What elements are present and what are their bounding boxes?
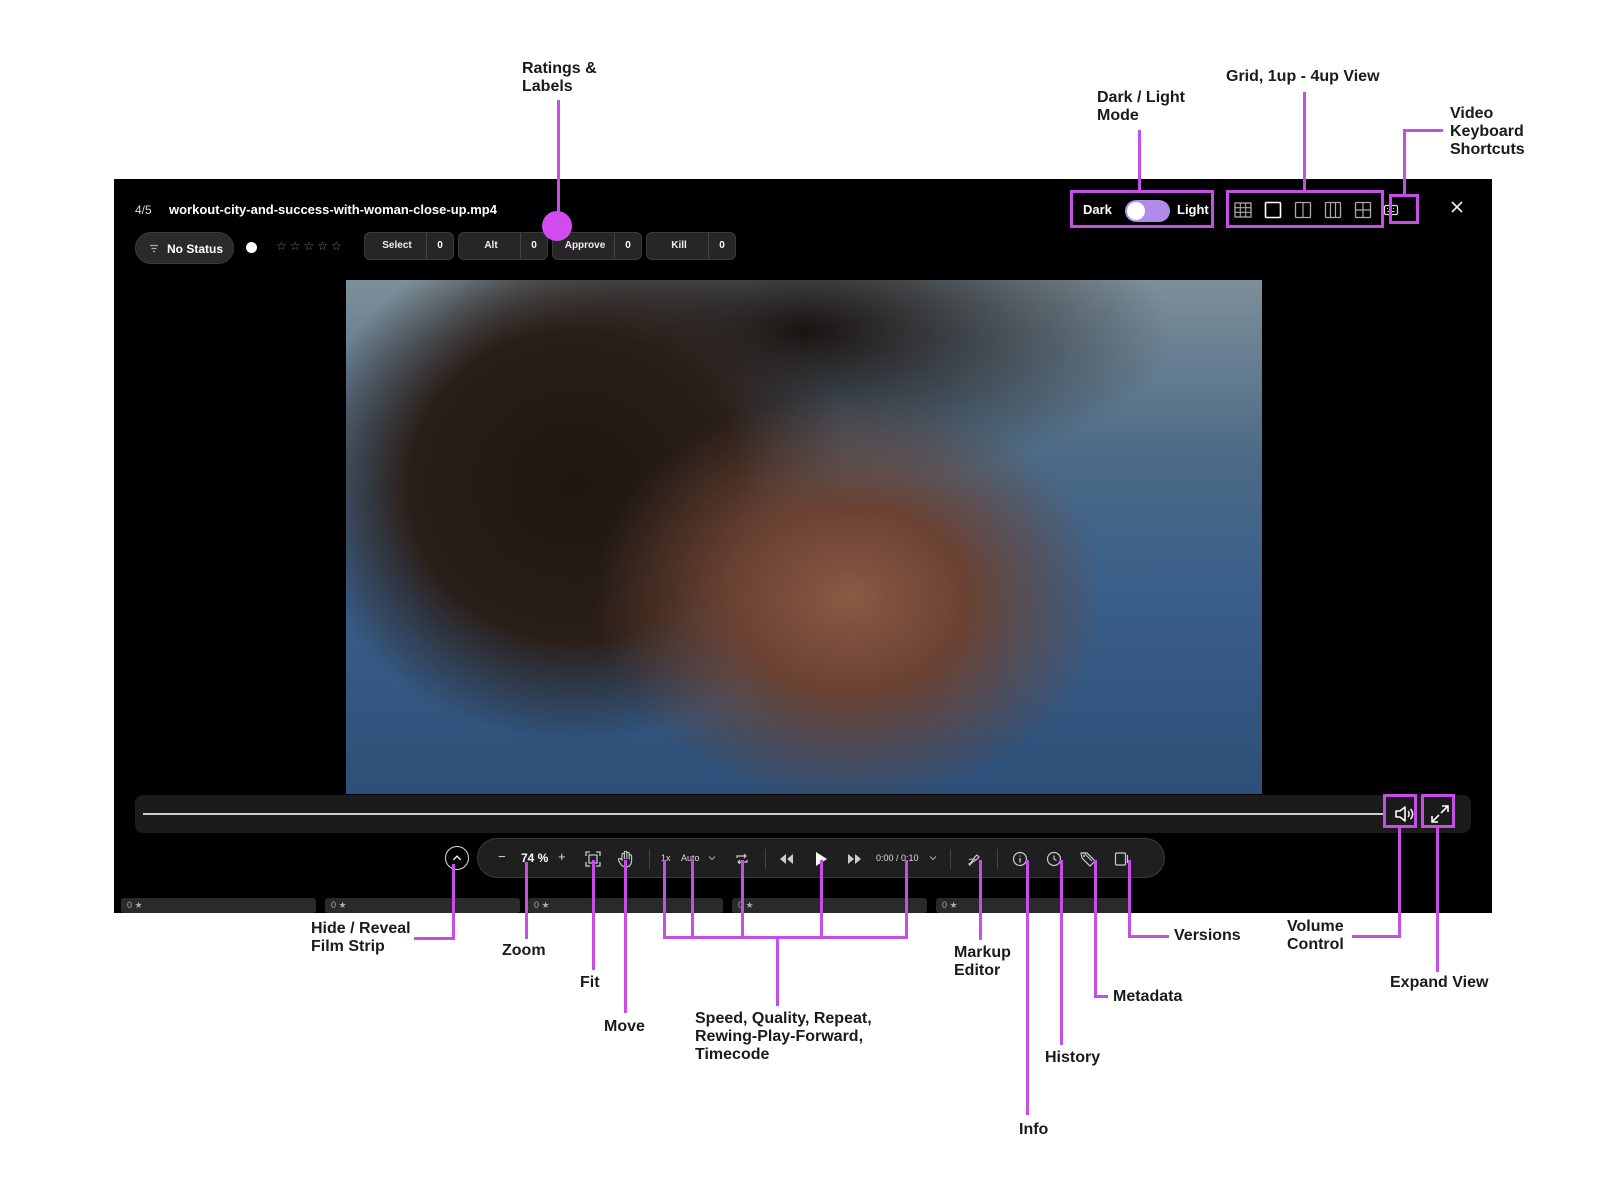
callout-line bbox=[557, 100, 560, 215]
callout-line bbox=[414, 937, 455, 940]
color-label-dot[interactable] bbox=[246, 242, 257, 253]
separator bbox=[649, 849, 650, 869]
annotation-history: History bbox=[1045, 1049, 1101, 1066]
label-name: Select bbox=[382, 240, 412, 251]
annotation-markup: Markup Editor bbox=[954, 944, 1011, 979]
zoom-out-button[interactable]: − bbox=[498, 849, 506, 864]
callout-line bbox=[663, 860, 666, 938]
callout-line bbox=[820, 860, 823, 938]
asset-counter: 4/5 bbox=[135, 203, 152, 217]
callout-line bbox=[979, 860, 982, 940]
callout-line bbox=[1303, 92, 1306, 192]
callout-line bbox=[691, 860, 694, 938]
annotation-zoom: Zoom bbox=[502, 942, 546, 959]
file-name: workout-city-and-success-with-woman-clos… bbox=[169, 202, 497, 217]
annotation-metadata: Metadata bbox=[1113, 988, 1183, 1005]
callout-line bbox=[741, 860, 744, 938]
separator bbox=[950, 849, 951, 869]
callout-line bbox=[663, 936, 908, 939]
callout-line bbox=[525, 862, 528, 939]
annotation-ratings: Ratings & Labels bbox=[522, 60, 597, 95]
callout-line bbox=[1026, 860, 1029, 1115]
separator bbox=[997, 849, 998, 869]
annotation-move: Move bbox=[604, 1018, 645, 1035]
callout-line bbox=[1128, 860, 1131, 937]
film-strip-rating: 0 ★ bbox=[534, 900, 550, 910]
callout-line bbox=[592, 860, 595, 970]
film-strip-item[interactable]: 0 ★ bbox=[121, 898, 316, 913]
callout-line bbox=[905, 860, 908, 938]
highlight-expand bbox=[1421, 794, 1455, 828]
film-strip-rating: 0 ★ bbox=[942, 900, 958, 910]
rewind-icon[interactable] bbox=[778, 852, 794, 866]
forward-icon[interactable] bbox=[847, 852, 863, 866]
annotation-info: Info bbox=[1019, 1121, 1049, 1138]
annotation-expand: Expand View bbox=[1390, 974, 1489, 991]
callout-line bbox=[1352, 935, 1401, 938]
status-filter-icon bbox=[150, 244, 158, 253]
ratings-callout-dot bbox=[542, 211, 572, 241]
label-count: 0 bbox=[520, 233, 547, 259]
label-kill-button[interactable]: Kill 0 bbox=[646, 232, 736, 260]
scrubber-bar[interactable] bbox=[135, 795, 1471, 833]
callout-line bbox=[1138, 130, 1141, 192]
label-select-button[interactable]: Select 0 bbox=[364, 232, 454, 260]
star-rating[interactable]: ☆☆☆☆☆ bbox=[276, 239, 345, 253]
callout-line bbox=[452, 864, 455, 939]
callout-line bbox=[1060, 860, 1063, 1045]
label-count: 0 bbox=[614, 233, 641, 259]
timecode[interactable]: 0:00 / 0:10 bbox=[876, 853, 919, 863]
highlight-keyboard bbox=[1389, 194, 1419, 224]
label-name: Alt bbox=[484, 240, 498, 251]
label-count: 0 bbox=[708, 233, 735, 259]
label-alt-button[interactable]: Alt 0 bbox=[458, 232, 548, 260]
chevron-down-icon bbox=[708, 856, 716, 861]
status-label: No Status bbox=[167, 242, 224, 256]
annotation-film-strip: Hide / Reveal Film Strip bbox=[311, 920, 411, 955]
film-strip-item[interactable]: 0 ★ bbox=[732, 898, 927, 913]
chevron-down-icon bbox=[929, 856, 937, 861]
video-frame[interactable] bbox=[346, 280, 1262, 794]
annotation-keyboard: Video Keyboard Shortcuts bbox=[1450, 105, 1525, 158]
callout-line bbox=[1398, 826, 1401, 938]
callout-line bbox=[1128, 935, 1169, 938]
annotation-speed-group: Speed, Quality, Repeat, Rewing-Play-Forw… bbox=[695, 1010, 872, 1063]
highlight-view-modes bbox=[1226, 190, 1384, 228]
status-dropdown[interactable]: No Status bbox=[135, 232, 234, 264]
film-strip-rating: 0 ★ bbox=[127, 900, 143, 910]
label-count: 0 bbox=[426, 233, 453, 259]
film-strip-toggle-icon[interactable] bbox=[445, 846, 469, 870]
close-icon[interactable] bbox=[1448, 198, 1466, 216]
label-name: Approve bbox=[564, 240, 606, 251]
annotation-fit: Fit bbox=[580, 974, 600, 991]
annotation-versions: Versions bbox=[1174, 927, 1241, 944]
film-strip-rating: 0 ★ bbox=[331, 900, 347, 910]
zoom-in-button[interactable]: + bbox=[558, 849, 566, 864]
film-strip-item[interactable]: 0 ★ bbox=[325, 898, 520, 913]
callout-line bbox=[1403, 129, 1406, 196]
label-name: Kill bbox=[671, 240, 687, 251]
annotation-grid: Grid, 1up - 4up View bbox=[1226, 68, 1380, 85]
callout-line bbox=[1094, 995, 1108, 998]
annotation-volume: Volume Control bbox=[1287, 918, 1344, 953]
film-strip-item[interactable]: 0 ★ bbox=[936, 898, 1131, 913]
media-viewer-window: 4/5 workout-city-and-success-with-woman-… bbox=[114, 179, 1492, 913]
highlight-volume bbox=[1383, 794, 1417, 828]
callout-line bbox=[1094, 860, 1097, 997]
callout-line bbox=[624, 860, 627, 1013]
playback-track[interactable] bbox=[143, 813, 1383, 815]
highlight-theme-toggle bbox=[1070, 190, 1214, 228]
separator bbox=[765, 849, 766, 869]
callout-line bbox=[1436, 826, 1439, 972]
callout-line bbox=[776, 936, 779, 1006]
callout-line bbox=[1403, 129, 1443, 132]
annotation-theme: Dark / Light Mode bbox=[1097, 89, 1186, 124]
